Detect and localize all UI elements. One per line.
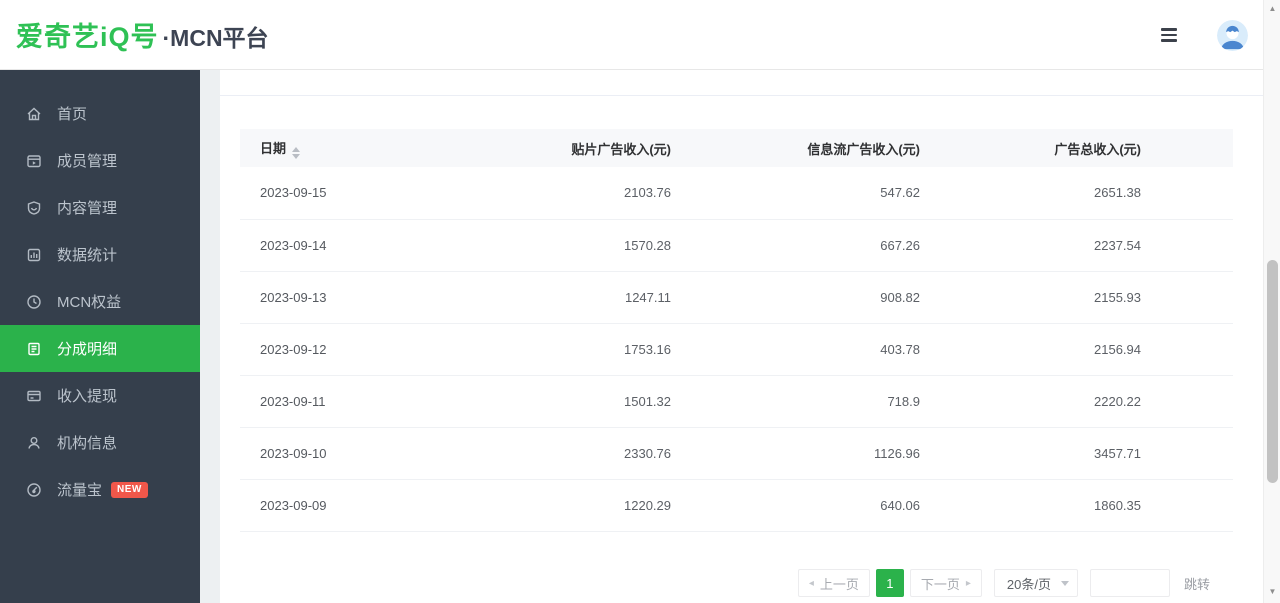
withdraw-icon xyxy=(25,387,42,404)
scroll-up-icon[interactable]: ▲ xyxy=(1264,4,1280,14)
sidebar-item-label: 收入提现 xyxy=(57,385,117,406)
cell-total: 2220.22 xyxy=(930,375,1233,427)
sidebar-item-label: 数据统计 xyxy=(57,244,117,265)
sidebar-item-label: 流量宝 xyxy=(57,479,102,500)
panel-top-divider xyxy=(220,70,1263,96)
cell-preroll: 2103.76 xyxy=(440,167,681,219)
table-row: 2023-09-12 1753.16 403.78 2156.94 xyxy=(240,323,1233,375)
sidebar-item-organization[interactable]: 机构信息 xyxy=(0,419,200,466)
column-header-date[interactable]: 日期 xyxy=(240,129,440,167)
prev-page-button[interactable]: ◂ 上一页 xyxy=(798,569,870,597)
sidebar-item-traffic[interactable]: 流量宝 NEW xyxy=(0,466,200,513)
table-row: 2023-09-09 1220.29 640.06 1860.35 xyxy=(240,479,1233,531)
page-jump-input[interactable] xyxy=(1090,569,1170,597)
user-avatar[interactable] xyxy=(1217,20,1248,51)
benefits-icon xyxy=(25,293,42,310)
cell-feed: 640.06 xyxy=(681,479,930,531)
revenue-table: 日期 贴片广告收入(元) 信息流广告收入(元) 广告总收入(元) 2023-09… xyxy=(240,129,1233,532)
column-header-total-ad-income: 广告总收入(元) xyxy=(930,129,1233,167)
table-row: 2023-09-10 2330.76 1126.96 3457.71 xyxy=(240,427,1233,479)
top-header: 爱奇艺iQ号 ·MCN平台 xyxy=(0,0,1280,70)
cell-feed: 718.9 xyxy=(681,375,930,427)
jump-button[interactable]: 跳转 xyxy=(1184,574,1210,593)
content-icon xyxy=(25,199,42,216)
prev-arrow-icon: ◂ xyxy=(809,578,814,589)
page: 爱奇艺iQ号 ·MCN平台 首页 xyxy=(0,0,1280,603)
cell-preroll: 1570.28 xyxy=(440,219,681,271)
menu-icon[interactable] xyxy=(1161,28,1177,42)
sidebar-item-home[interactable]: 首页 xyxy=(0,90,200,137)
cell-date: 2023-09-10 xyxy=(240,427,440,479)
table-header-row: 日期 贴片广告收入(元) 信息流广告收入(元) 广告总收入(元) xyxy=(240,129,1233,167)
sidebar-item-stats[interactable]: 数据统计 xyxy=(0,231,200,278)
stats-icon xyxy=(25,246,42,263)
cell-feed: 403.78 xyxy=(681,323,930,375)
pagination: ◂ 上一页 1 下一页 ▸ 20条/页 跳转 xyxy=(798,569,1210,597)
sidebar-nav: 首页 成员管理 内容管理 数据统计 MCN权益 xyxy=(0,70,200,603)
home-icon xyxy=(25,105,42,122)
cell-total: 3457.71 xyxy=(930,427,1233,479)
cell-total: 1860.35 xyxy=(930,479,1233,531)
sidebar-item-label: 内容管理 xyxy=(57,197,117,218)
cell-preroll: 1501.32 xyxy=(440,375,681,427)
scrollbar-thumb[interactable] xyxy=(1267,260,1278,483)
cell-feed: 1126.96 xyxy=(681,427,930,479)
table-row: 2023-09-14 1570.28 667.26 2237.54 xyxy=(240,219,1233,271)
cell-feed: 667.26 xyxy=(681,219,930,271)
cell-total: 2237.54 xyxy=(930,219,1233,271)
sidebar-item-label: 首页 xyxy=(57,103,87,124)
main-panel: 日期 贴片广告收入(元) 信息流广告收入(元) 广告总收入(元) 2023-09… xyxy=(220,70,1263,603)
logo-brand-text: 爱奇艺iQ号 xyxy=(16,15,159,54)
page-size-select[interactable]: 20条/页 xyxy=(994,569,1078,597)
current-page-button[interactable]: 1 xyxy=(876,569,904,597)
traffic-icon xyxy=(25,481,42,498)
app-logo[interactable]: 爱奇艺iQ号 ·MCN平台 xyxy=(16,15,269,54)
cell-date: 2023-09-15 xyxy=(240,167,440,219)
sidebar-item-revenue-share[interactable]: 分成明细 xyxy=(0,325,200,372)
sort-caret-icon[interactable] xyxy=(292,147,300,159)
new-badge: NEW xyxy=(111,482,148,498)
sidebar-item-label: MCN权益 xyxy=(57,291,121,312)
content-gutter xyxy=(200,70,220,603)
avatar-icon xyxy=(1217,20,1248,51)
cell-date: 2023-09-12 xyxy=(240,323,440,375)
cell-date: 2023-09-11 xyxy=(240,375,440,427)
cell-date: 2023-09-14 xyxy=(240,219,440,271)
cell-date: 2023-09-13 xyxy=(240,271,440,323)
cell-preroll: 1753.16 xyxy=(440,323,681,375)
table-row: 2023-09-13 1247.11 908.82 2155.93 xyxy=(240,271,1233,323)
cell-total: 2651.38 xyxy=(930,167,1233,219)
sidebar-item-label: 机构信息 xyxy=(57,432,117,453)
sidebar-item-label: 成员管理 xyxy=(57,150,117,171)
cell-feed: 547.62 xyxy=(681,167,930,219)
cell-date: 2023-09-09 xyxy=(240,479,440,531)
chevron-down-icon xyxy=(1061,581,1069,586)
sidebar-item-content[interactable]: 内容管理 xyxy=(0,184,200,231)
members-icon xyxy=(25,152,42,169)
next-arrow-icon: ▸ xyxy=(966,578,971,589)
scrollbar[interactable]: ▲ ▼ xyxy=(1263,0,1280,603)
table-row: 2023-09-11 1501.32 718.9 2220.22 xyxy=(240,375,1233,427)
revenue-share-icon xyxy=(25,340,42,357)
cell-total: 2155.93 xyxy=(930,271,1233,323)
scroll-down-icon[interactable]: ▼ xyxy=(1264,587,1280,597)
sidebar-item-benefits[interactable]: MCN权益 xyxy=(0,278,200,325)
organization-icon xyxy=(25,434,42,451)
cell-preroll: 2330.76 xyxy=(440,427,681,479)
table-row: 2023-09-15 2103.76 547.62 2651.38 xyxy=(240,167,1233,219)
next-page-button[interactable]: 下一页 ▸ xyxy=(910,569,982,597)
column-header-preroll-ad-income: 贴片广告收入(元) xyxy=(440,129,681,167)
column-header-feed-ad-income: 信息流广告收入(元) xyxy=(681,129,930,167)
cell-preroll: 1247.11 xyxy=(440,271,681,323)
sidebar-item-members[interactable]: 成员管理 xyxy=(0,137,200,184)
cell-preroll: 1220.29 xyxy=(440,479,681,531)
sidebar-item-label: 分成明细 xyxy=(57,338,117,359)
cell-feed: 908.82 xyxy=(681,271,930,323)
logo-platform-text: ·MCN平台 xyxy=(163,19,269,53)
sidebar-item-withdraw[interactable]: 收入提现 xyxy=(0,372,200,419)
cell-total: 2156.94 xyxy=(930,323,1233,375)
